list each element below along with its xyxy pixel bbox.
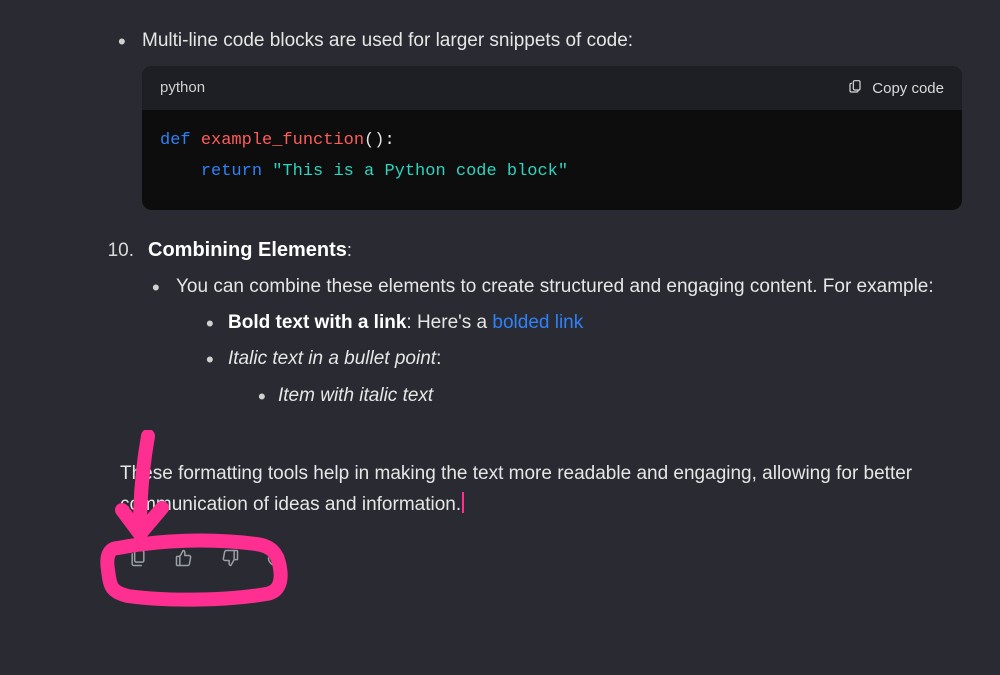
code-token-punct: (): — [364, 131, 395, 150]
code-language-label: python — [160, 76, 205, 100]
heading-colon: : — [347, 240, 352, 260]
code-token-keyword: return — [201, 162, 262, 181]
thumbs-down-button[interactable] — [216, 544, 244, 575]
message-content: Multi-line code blocks are used for larg… — [0, 0, 1000, 575]
code-block: python Copy code def example_function():… — [142, 66, 962, 209]
outro-text: These formatting tools help in making th… — [120, 463, 912, 514]
clipboard-icon — [128, 556, 148, 571]
copy-code-label: Copy code — [872, 80, 944, 97]
combine-bullet: You can combine these elements to create… — [152, 272, 960, 412]
thumbs-up-icon — [174, 556, 194, 571]
intro-bullet: Multi-line code blocks are used for larg… — [118, 26, 962, 210]
clipboard-icon — [848, 78, 864, 98]
code-block-header: python Copy code — [142, 66, 962, 110]
list-number-10: 10. — [100, 236, 134, 266]
thumbs-down-icon — [220, 556, 240, 571]
code-token-string: "This is a Python code block" — [272, 162, 568, 181]
code-body: def example_function(): return "This is … — [142, 110, 962, 209]
sub-bullet-italic: Italic text in a bullet point: Item with… — [206, 344, 960, 411]
subsub-bullet: Item with italic text — [258, 381, 960, 411]
sub-bullet-bold-link: Bold text with a link: Here's a bolded l… — [206, 308, 960, 338]
copy-code-button[interactable]: Copy code — [848, 78, 944, 98]
after-bold: : Here's a — [406, 312, 492, 333]
example-link[interactable]: bolded link — [492, 312, 583, 333]
refresh-icon — [266, 556, 286, 571]
bold-label: Bold text with a link — [228, 312, 406, 333]
italic-colon: : — [436, 348, 441, 369]
combine-bullet-text: You can combine these elements to create… — [176, 276, 934, 297]
message-actions — [124, 544, 960, 575]
code-token-keyword: def — [160, 131, 191, 150]
thumbs-up-button[interactable] — [170, 544, 198, 575]
outro-paragraph: These formatting tools help in making th… — [120, 459, 960, 520]
subsub-italic-text: Item with italic text — [278, 385, 433, 406]
regenerate-button[interactable] — [262, 544, 290, 575]
text-cursor — [462, 492, 464, 513]
intro-bullet-text: Multi-line code blocks are used for larg… — [142, 30, 633, 51]
code-token-function: example_function — [201, 131, 364, 150]
copy-message-button[interactable] — [124, 544, 152, 575]
section-heading: Combining Elements — [148, 239, 347, 261]
italic-label: Italic text in a bullet point — [228, 348, 436, 369]
